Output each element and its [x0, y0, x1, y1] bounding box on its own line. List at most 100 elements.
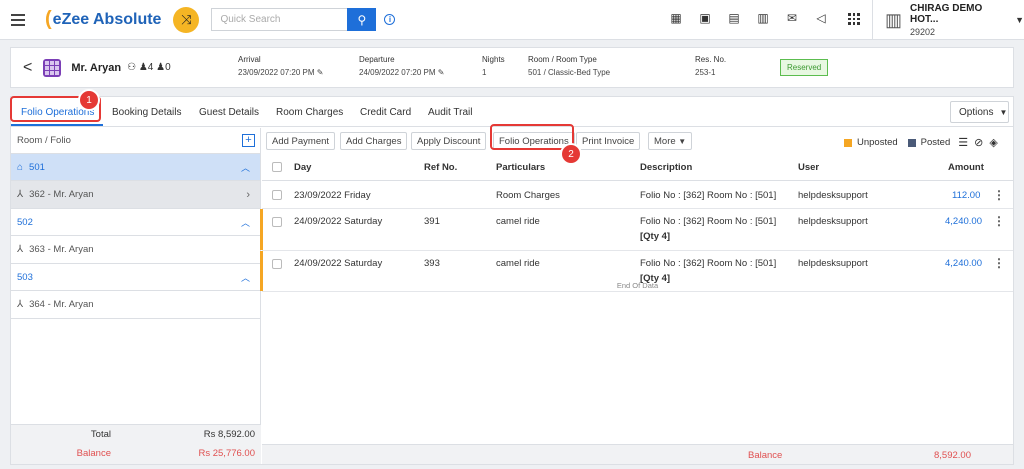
row-particulars: camel ride [496, 216, 540, 227]
row-checkbox[interactable] [272, 217, 282, 227]
row-user: helpdesksupport [798, 216, 868, 227]
room-field: Room / Room Type 501 / Classic-Bed Type [528, 55, 610, 77]
document-icon[interactable]: ▥ [755, 10, 771, 26]
room-folio-header: Room / Folio + [11, 128, 260, 154]
row-day: 23/09/2022 Friday [294, 190, 371, 201]
hotel-icon: ⌂ [17, 161, 24, 173]
posted-label: Posted [920, 137, 951, 148]
col-amount: Amount [948, 162, 984, 173]
row-description: Folio No : [362] Room No : [501] [640, 258, 777, 269]
print-invoice-button[interactable]: Print Invoice [576, 132, 641, 150]
tab-guest-details[interactable]: Guest Details [199, 107, 259, 118]
building-icon: ▥ [885, 9, 903, 30]
row-qty: [Qty 4] [640, 231, 671, 242]
tab-credit-card[interactable]: Credit Card [360, 107, 411, 118]
top-bar: (eZee Absolute ⤨ ⚲ i [0, 0, 1024, 40]
room-folio-panel: Room / Folio + ⌂ 501 ︿ ⅄ 362 - Mr. Aryan › 5… [11, 128, 261, 464]
arrival-value: 23/09/2022 07:20 PM [238, 68, 315, 77]
layers-icon[interactable]: ◈ [989, 136, 997, 149]
app-name: eZee Absolute [52, 10, 162, 28]
balance-value: Rs 25,776.00 [198, 448, 255, 459]
apply-discount-button[interactable]: Apply Discount [411, 132, 487, 150]
row-user: helpdesksupport [798, 190, 868, 201]
room-number: 501 [29, 161, 45, 173]
row-checkbox[interactable] [272, 259, 282, 269]
folio-split-icon: ⅄ [17, 189, 24, 200]
add-charges-button[interactable]: Add Charges [340, 132, 408, 150]
unposted-indicator [260, 209, 263, 250]
property-selector[interactable]: ▥ CHIRAG DEMO HOT... 29202 ▼ [872, 0, 1024, 40]
folio-item-364[interactable]: ⅄ 364 - Mr. Aryan [11, 291, 260, 319]
search-input[interactable] [211, 8, 348, 31]
row-menu-icon[interactable]: ⋮ [993, 188, 1005, 202]
calendar-check-icon[interactable]: ▣ [697, 10, 713, 26]
more-label: More [654, 135, 676, 147]
back-icon[interactable]: < [23, 59, 32, 77]
row-amount[interactable]: 4,240.00 [945, 216, 982, 227]
room-number: 503 [17, 271, 33, 283]
row-checkbox[interactable] [272, 190, 282, 200]
resno-field: Res. No. 253-1 [695, 55, 726, 77]
highlight-box-folio-operations [490, 124, 574, 150]
table-row[interactable]: 24/09/2022 Saturday 391 camel ride Folio… [260, 209, 1013, 251]
hide-icon[interactable]: ⊘ [974, 136, 983, 149]
col-day: Day [294, 162, 312, 173]
folio-item-362[interactable]: ⅄ 362 - Mr. Aryan › [11, 181, 260, 209]
info-icon[interactable]: i [384, 14, 396, 25]
caret-down-icon: ▼ [678, 136, 687, 146]
mail-icon[interactable]: ✉ [784, 10, 800, 26]
balance-footer: Balance 8,592.00 [262, 444, 1013, 464]
apps-grid-icon[interactable] [848, 13, 860, 25]
caret-down-icon: ▼ [999, 107, 1008, 117]
calendar-icon[interactable]: ▤ [726, 10, 742, 26]
row-menu-icon[interactable]: ⋮ [993, 214, 1005, 228]
table-row[interactable]: 23/09/2022 Friday Room Charges Folio No … [262, 182, 1013, 209]
megaphone-icon[interactable]: ◁ [813, 10, 829, 26]
add-folio-icon[interactable]: + [242, 134, 255, 147]
room-value: 501 / Classic-Bed Type [528, 68, 611, 77]
departure-label: Departure [359, 55, 395, 64]
property-code: 29202 [910, 27, 936, 37]
row-menu-icon[interactable]: ⋮ [993, 256, 1005, 270]
room-item-502[interactable]: 502 ︿ [11, 209, 260, 236]
menu-icon[interactable] [11, 13, 25, 26]
search-button[interactable]: ⚲ [347, 8, 377, 31]
app-logo[interactable]: (eZee Absolute [45, 8, 161, 31]
table-header: Day Ref No. Particulars Description User… [262, 154, 1013, 181]
chevron-up-icon[interactable]: ︿ [241, 216, 250, 229]
col-particulars: Particulars [496, 162, 546, 173]
adults-count: 4 [147, 62, 154, 73]
edit-icon[interactable]: ✎ [317, 68, 324, 77]
room-item-501[interactable]: ⌂ 501 ︿ [11, 154, 260, 181]
left-totals: Total Rs 8,592.00 Balance Rs 25,776.00 [11, 424, 261, 464]
edit-icon[interactable]: ✎ [438, 68, 445, 77]
chevron-up-icon[interactable]: ︿ [241, 271, 250, 284]
switch-icon[interactable]: ⤨ [173, 6, 200, 33]
row-ref: 393 [424, 258, 440, 269]
property-name: CHIRAG DEMO HOT... [910, 3, 983, 25]
status-badge: Reserved [780, 59, 829, 76]
more-button[interactable]: More ▼ [648, 132, 693, 150]
tab-booking-details[interactable]: Booking Details [112, 107, 181, 118]
departure-value: 24/09/2022 07:20 PM [359, 68, 436, 77]
tab-room-charges[interactable]: Room Charges [276, 107, 343, 118]
posting-legend: Unposted Posted ☰ ⊘ ◈ [844, 136, 998, 149]
unposted-label: Unposted [857, 137, 898, 148]
nights-value: 1 [482, 68, 487, 77]
chevron-up-icon[interactable]: ︿ [241, 161, 250, 174]
add-payment-button[interactable]: Add Payment [266, 132, 336, 150]
row-ref: 391 [424, 216, 440, 227]
select-all-checkbox[interactable] [272, 162, 282, 172]
step-marker-1: 1 [78, 89, 100, 111]
reservation-summary: < Mr. Aryan ⚇ ♟4 ♟0 Arrival 23/09/2022 0… [10, 47, 1014, 88]
options-dropdown[interactable]: Options ▼ [950, 101, 1009, 123]
list-icon[interactable]: ☰ [958, 136, 968, 149]
row-amount[interactable]: 4,240.00 [945, 258, 982, 269]
room-item-503[interactable]: 503 ︿ [11, 264, 260, 291]
folio-item-363[interactable]: ⅄ 363 - Mr. Aryan [11, 236, 260, 264]
tab-bar: Folio Operations Booking Details Guest D… [11, 97, 1013, 127]
quick-search: ⚲ [211, 8, 377, 31]
row-amount[interactable]: 112.00 [952, 190, 980, 201]
tab-audit-trail[interactable]: Audit Trail [428, 107, 472, 118]
calendar-add-icon[interactable]: ▦ [668, 10, 684, 26]
